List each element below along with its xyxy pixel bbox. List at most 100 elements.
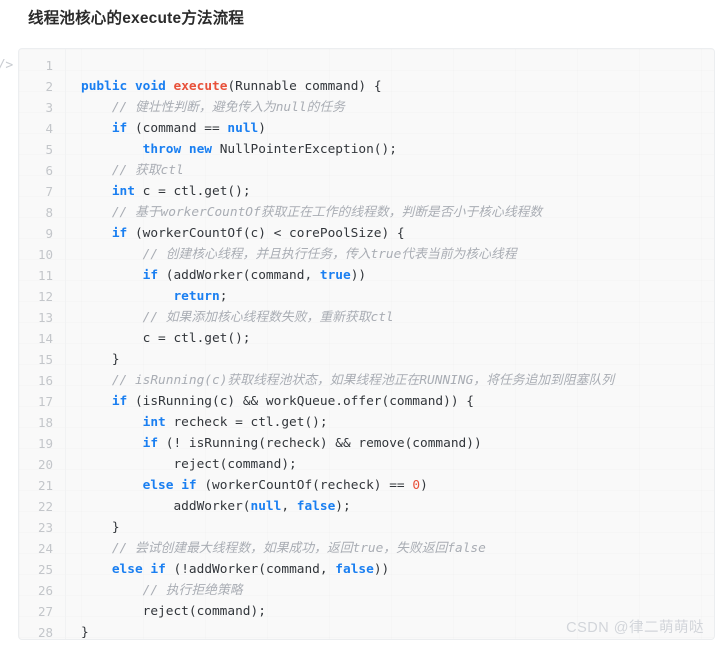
code-block: 1 2 public void execute(Runnable command) … (18, 48, 715, 640)
code-line-content: // 创建核心线程，并且执行任务，传入true代表当前为核心线程 (53, 244, 517, 265)
line-number: 1 (45, 58, 53, 73)
line-number: 20 (37, 457, 53, 472)
code-token-cmt: // isRunning(c)获取线程池状态，如果线程池正在RUNNING，将任… (111, 373, 615, 388)
code-line: 14 c = ctl.get(); (19, 328, 714, 349)
code-line: 24 // 尝试创建最大线程数，如果成功，返回true，失败返回false (19, 538, 714, 559)
line-number: 14 (37, 331, 53, 346)
code-line-content: // 获取ctl (53, 160, 184, 181)
code-line-content: public void execute(Runnable command) { (53, 76, 382, 97)
code-line-content: else if (workerCountOf(recheck) == 0) (53, 475, 428, 496)
code-line: 21 else if (workerCountOf(recheck) == 0) (19, 475, 714, 496)
code-token-pl: ; (219, 289, 228, 304)
code-token-pl: (workerCountOf(c) < corePoolSize) { (127, 226, 405, 241)
code-line: 5 throw new NullPointerException(); (19, 139, 714, 160)
code-line-content: reject(command); (53, 454, 297, 475)
code-token-kw: if (111, 394, 128, 409)
line-number: 8 (45, 205, 53, 220)
code-token-kw: true (319, 268, 351, 283)
code-token-pl: reject(command); (81, 457, 297, 472)
code-line-content: else if (!addWorker(command, false)) (53, 559, 389, 580)
line-number: 25 (37, 562, 53, 577)
code-token-kw: if (111, 121, 128, 136)
code-token-kw: public (81, 79, 128, 94)
code-token-kw: null (250, 499, 282, 514)
code-line-content: } (53, 622, 89, 640)
line-number: 19 (37, 436, 53, 451)
code-token-kw: if (111, 226, 128, 241)
code-token-kw: throw (142, 142, 182, 157)
code-line-content: if (addWorker(command, true)) (53, 265, 366, 286)
line-number: 7 (45, 184, 53, 199)
code-line: 22 addWorker(null, false); (19, 496, 714, 517)
code-line: 12 return; (19, 286, 714, 307)
code-token-cmt: // 健壮性判断，避免传入为null的任务 (111, 100, 345, 115)
code-line-content: addWorker(null, false); (53, 496, 351, 517)
code-token-pl: } (81, 625, 89, 640)
code-line: 11 if (addWorker(command, true)) (19, 265, 714, 286)
code-token-pl: (! isRunning(recheck) && remove(command)… (158, 436, 482, 451)
line-number: 10 (37, 247, 53, 262)
code-line: 9 if (workerCountOf(c) < corePoolSize) { (19, 223, 714, 244)
code-token-kw: if (142, 268, 159, 283)
code-token-kw: null (227, 121, 259, 136)
line-number: 23 (37, 520, 53, 535)
title-divider (0, 40, 718, 41)
code-line-content: if (command == null) (53, 118, 266, 139)
code-line: 8 // 基于workerCountOf获取正在工作的线程数，判断是否小于核心线… (19, 202, 714, 223)
page-title: 线程池核心的execute方法流程 (28, 10, 245, 27)
code-language-marker-icon: /> (0, 58, 13, 73)
code-line-content: int recheck = ctl.get(); (53, 412, 328, 433)
code-token-pl: ); (335, 499, 351, 514)
code-token-pl: )) (350, 268, 367, 283)
line-number: 26 (37, 583, 53, 598)
code-line: 1 (19, 55, 714, 76)
code-token-kw: void (134, 79, 166, 94)
code-token-pl: c = ctl.get(); (81, 331, 251, 346)
code-token-cmt: // 尝试创建最大线程数，如果成功，返回true，失败返回false (111, 541, 486, 556)
code-line: 15 } (19, 349, 714, 370)
line-number: 4 (45, 121, 53, 136)
code-lines-container: 1 2 public void execute(Runnable command) … (19, 55, 714, 640)
code-line-content: // 执行拒绝策略 (53, 580, 243, 601)
line-number: 27 (37, 604, 53, 619)
code-line: 3 // 健壮性判断，避免传入为null的任务 (19, 97, 714, 118)
code-token-kw: new (188, 142, 213, 157)
code-token-pl: (!addWorker(command, (165, 562, 336, 577)
code-line: 4 if (command == null) (19, 118, 714, 139)
code-line: 19 if (! isRunning(recheck) && remove(co… (19, 433, 714, 454)
code-line: 7 int c = ctl.get(); (19, 181, 714, 202)
code-line: 25 else if (!addWorker(command, false)) (19, 559, 714, 580)
code-line-content: int c = ctl.get(); (53, 181, 251, 202)
line-number: 13 (37, 310, 53, 325)
code-line: 6 // 获取ctl (19, 160, 714, 181)
code-line-content: reject(command); (53, 601, 266, 622)
line-number: 28 (37, 625, 53, 640)
code-token-pl: (addWorker(command, (158, 268, 320, 283)
line-number: 15 (37, 352, 53, 367)
code-token-cmt: // 执行拒绝策略 (142, 583, 243, 598)
line-number: 21 (37, 478, 53, 493)
code-line-content: // 尝试创建最大线程数，如果成功，返回true，失败返回false (53, 538, 486, 559)
code-line-content: if (workerCountOf(c) < corePoolSize) { (53, 223, 405, 244)
line-number: 6 (45, 163, 53, 178)
line-number: 18 (37, 415, 53, 430)
code-line: 20 reject(command); (19, 454, 714, 475)
code-token-cmt: // 获取ctl (111, 163, 184, 178)
